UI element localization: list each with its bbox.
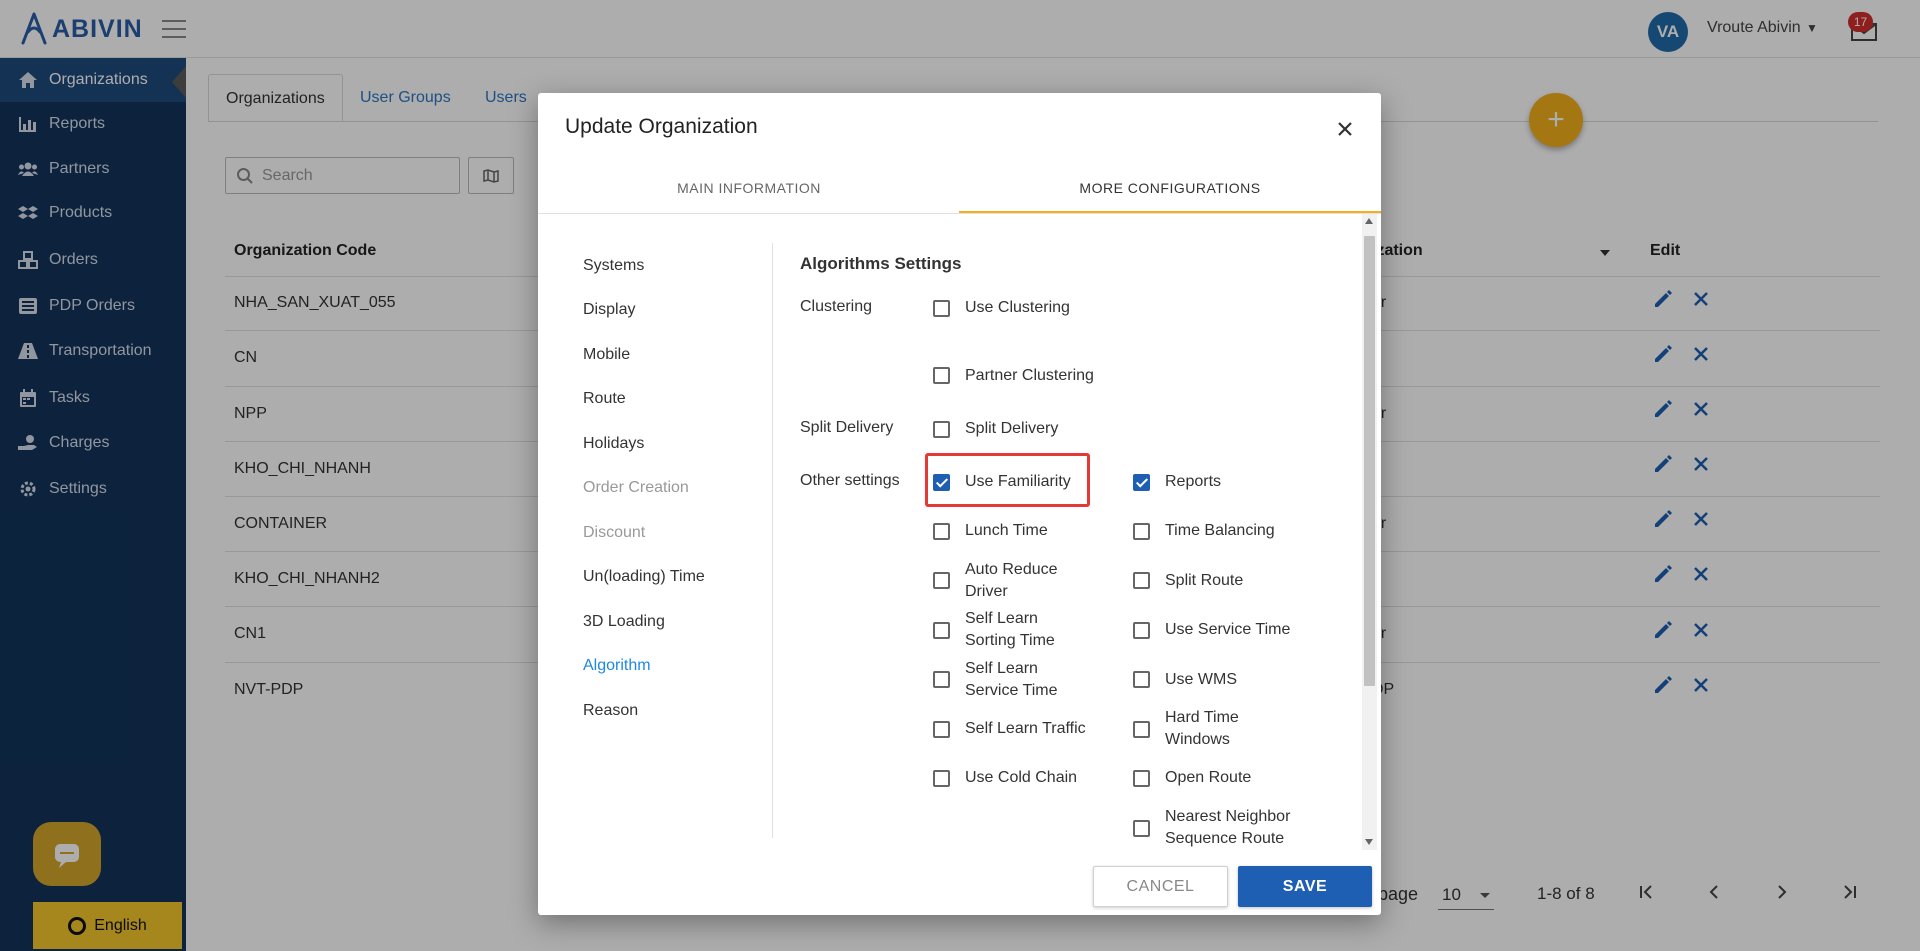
menu-item-route[interactable]: Route <box>583 390 626 408</box>
group-label-other-settings: Other settings <box>800 472 900 489</box>
use-cold-chain-checkbox[interactable] <box>933 770 950 787</box>
menu-item-reason[interactable]: Reason <box>583 702 638 720</box>
reports-label[interactable]: Reports <box>1165 471 1221 493</box>
self-learn-sorting-time-checkbox[interactable] <box>933 622 950 639</box>
use-clustering-checkbox[interactable] <box>933 300 950 317</box>
time-balancing-label[interactable]: Time Balancing <box>1165 520 1275 542</box>
split-delivery-checkbox[interactable] <box>933 421 950 438</box>
open-route-checkbox[interactable] <box>1133 770 1150 787</box>
open-route-label[interactable]: Open Route <box>1165 767 1251 789</box>
partner-clustering-checkbox[interactable] <box>933 367 950 384</box>
self-learn-service-time-label[interactable]: Self Learn <box>965 658 1038 680</box>
use-service-time-checkbox[interactable] <box>1133 622 1150 639</box>
self-learn-service-time-checkbox[interactable] <box>933 671 950 688</box>
nearest-neighbor-checkbox[interactable] <box>1133 820 1150 837</box>
self-learn-traffic-label[interactable]: Self Learn Traffic <box>965 718 1086 740</box>
update-organization-dialog: Update Organization MAIN INFORMATION MOR… <box>538 93 1381 915</box>
use-service-time-label[interactable]: Use Service Time <box>1165 619 1290 641</box>
section-title: Algorithms Settings <box>800 254 962 273</box>
group-label-clustering: Clustering <box>800 298 873 315</box>
hard-time-windows-label-line2[interactable]: Windows <box>1165 729 1230 751</box>
scroll-thumb[interactable] <box>1364 236 1375 686</box>
close-button[interactable] <box>1333 117 1357 141</box>
nearest-neighbor-label-line2[interactable]: Sequence Route <box>1165 828 1284 850</box>
menu-item-unloading-time[interactable]: Un(loading) Time <box>583 568 705 586</box>
auto-reduce-driver-label[interactable]: Auto Reduce <box>965 559 1058 581</box>
auto-reduce-driver-checkbox[interactable] <box>933 572 950 589</box>
hard-time-windows-checkbox[interactable] <box>1133 721 1150 738</box>
menu-item-order-creation: Order Creation <box>583 479 689 496</box>
menu-divider <box>772 243 773 838</box>
group-label-split-delivery: Split Delivery <box>800 419 894 436</box>
active-tab-indicator <box>959 211 1381 213</box>
nearest-neighbor-label[interactable]: Nearest Neighbor <box>1165 806 1290 828</box>
lunch-time-checkbox[interactable] <box>933 523 950 540</box>
auto-reduce-driver-label-line2[interactable]: Driver <box>965 581 1008 603</box>
split-route-checkbox[interactable] <box>1133 572 1150 589</box>
menu-item-mobile[interactable]: Mobile <box>583 346 630 364</box>
save-button[interactable]: SAVE <box>1238 866 1372 907</box>
use-wms-label[interactable]: Use WMS <box>1165 669 1237 691</box>
partner-clustering-label[interactable]: Partner Clustering <box>965 365 1094 387</box>
self-learn-traffic-checkbox[interactable] <box>933 721 950 738</box>
dialog-content: Systems Display Mobile Route Holidays Or… <box>538 214 1381 850</box>
dialog-title: Update Organization <box>565 115 758 138</box>
cancel-button[interactable]: CANCEL <box>1093 866 1228 907</box>
scrollbar[interactable] <box>1362 214 1377 850</box>
menu-item-holidays[interactable]: Holidays <box>583 435 644 453</box>
self-learn-sorting-time-label[interactable]: Self Learn <box>965 608 1038 630</box>
menu-item-display[interactable]: Display <box>583 301 635 319</box>
menu-item-algorithm[interactable]: Algorithm <box>583 657 651 675</box>
lunch-time-label[interactable]: Lunch Time <box>965 520 1048 542</box>
menu-item-discount: Discount <box>583 524 646 541</box>
self-learn-service-time-label-line2[interactable]: Service Time <box>965 680 1057 702</box>
use-clustering-label[interactable]: Use Clustering <box>965 297 1070 319</box>
close-icon <box>1338 122 1352 136</box>
split-delivery-label[interactable]: Split Delivery <box>965 418 1058 440</box>
time-balancing-checkbox[interactable] <box>1133 523 1150 540</box>
split-route-label[interactable]: Split Route <box>1165 570 1243 592</box>
menu-item-systems[interactable]: Systems <box>583 257 644 275</box>
tab-main-information[interactable]: MAIN INFORMATION <box>538 175 960 215</box>
reports-checkbox[interactable] <box>1133 474 1150 491</box>
hard-time-windows-label[interactable]: Hard Time <box>1165 707 1239 729</box>
scroll-up-icon[interactable] <box>1365 218 1373 224</box>
tab-more-configurations[interactable]: MORE CONFIGURATIONS <box>959 175 1381 215</box>
menu-item-3d-loading[interactable]: 3D Loading <box>583 613 665 631</box>
use-cold-chain-label[interactable]: Use Cold Chain <box>965 767 1077 789</box>
highlight-box <box>925 453 1090 507</box>
self-learn-sorting-time-label-line2[interactable]: Sorting Time <box>965 630 1055 652</box>
scroll-down-icon[interactable] <box>1365 839 1373 845</box>
use-wms-checkbox[interactable] <box>1133 671 1150 688</box>
